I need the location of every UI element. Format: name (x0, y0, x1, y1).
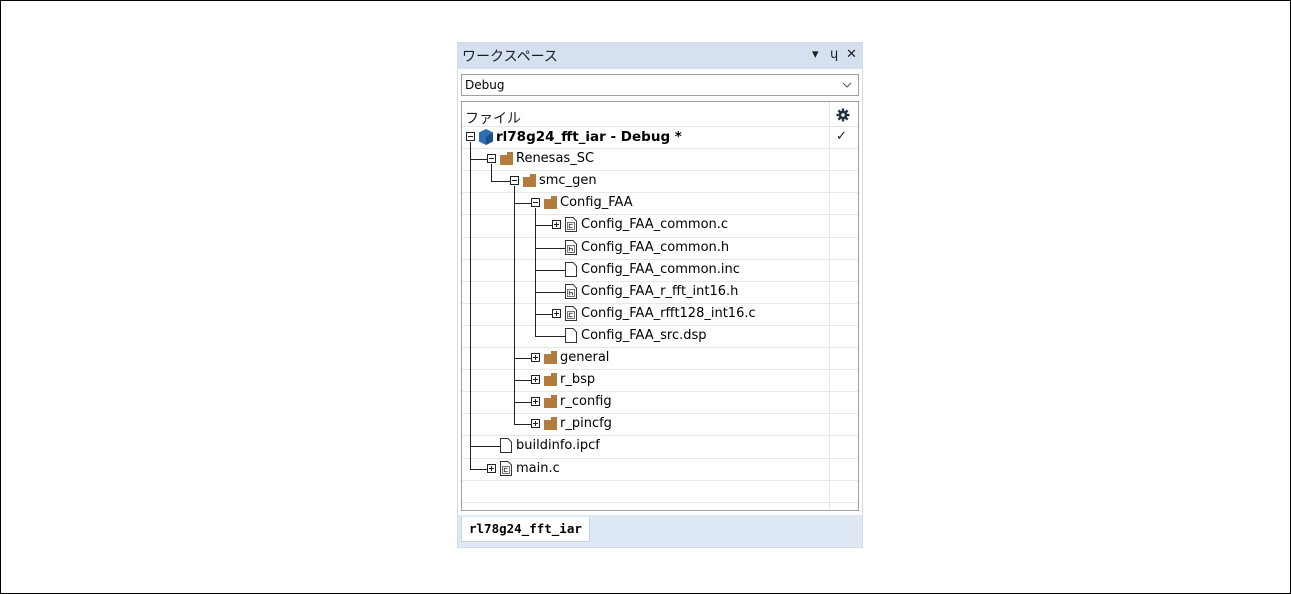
tree-item[interactable]: Config_FAA_common.h (462, 237, 828, 259)
tree-item-label: Config_FAA (560, 195, 633, 211)
tree-item-label: r_pincfg (560, 416, 612, 432)
folder-icon (544, 196, 557, 210)
collapse-icon[interactable] (531, 198, 540, 208)
tree-item[interactable]: r_config (462, 391, 828, 413)
dropdown-arrow-icon[interactable]: ▾ (812, 47, 819, 63)
tree-item[interactable]: rl78g24_fft_iar - Debug * (462, 126, 828, 148)
tree-item[interactable]: Config_FAA_src.dsp (462, 325, 828, 347)
tree-item-label: general (560, 350, 610, 365)
tree-item[interactable]: Renesas_SC (462, 148, 828, 170)
c-file-icon (500, 460, 512, 476)
tree-item[interactable]: Config_FAA_rfft128_int16.c (462, 303, 828, 325)
tree-item-label: Config_FAA_src.dsp (581, 327, 707, 343)
folder-icon (544, 373, 557, 387)
workspace-panel: ワークスペース ▾ ɥ ✕ Debug ファイル rl78g24_fft_iar… (457, 42, 863, 548)
tree-item-label: Config_FAA_common.inc (581, 261, 740, 277)
gear-icon[interactable] (836, 108, 850, 122)
panel-title: ワークスペース (462, 49, 558, 65)
expand-icon[interactable] (487, 463, 496, 473)
tree-item-label: smc_gen (539, 173, 597, 189)
row-gridline (462, 501, 858, 503)
configuration-value: Debug (465, 78, 505, 92)
tree-item-label: Config_FAA_rfft128_int16.c (581, 305, 756, 321)
expand-icon[interactable] (531, 375, 540, 385)
tree-item[interactable]: main.c (462, 458, 828, 480)
tree-item[interactable]: Config_FAA_r_fft_int16.h (462, 281, 828, 303)
tab-project[interactable]: rl78g24_fft_iar (461, 517, 590, 542)
tree-item-label: Renesas_SC (516, 151, 595, 167)
chevron-down-icon (842, 82, 852, 88)
folder-icon (500, 152, 513, 166)
tree-item-label: r_bsp (560, 372, 596, 388)
row-gridline (462, 479, 858, 481)
column-divider (829, 102, 830, 510)
pin-icon[interactable]: ɥ (830, 47, 838, 63)
configuration-select[interactable]: Debug (461, 74, 859, 96)
collapse-icon[interactable] (466, 132, 475, 141)
file-icon (500, 438, 512, 454)
folder-icon (544, 395, 557, 409)
file-icon (565, 261, 577, 277)
c-file-icon (565, 217, 577, 233)
file-icon (565, 327, 577, 343)
h-file-icon (565, 283, 577, 299)
project-icon (479, 129, 493, 145)
expand-icon[interactable] (531, 397, 540, 407)
close-icon[interactable]: ✕ (846, 47, 857, 63)
tree-item[interactable]: Config_FAA_common.inc (462, 259, 828, 281)
tree-item[interactable]: Config_FAA (462, 192, 828, 214)
tree-item[interactable]: Config_FAA_common.c (462, 214, 828, 236)
expand-icon[interactable] (552, 220, 561, 230)
tree-item[interactable]: buildinfo.ipcf (462, 435, 828, 457)
tree-item-label: main.c (516, 460, 560, 476)
tree-item-label: Config_FAA_r_fft_int16.h (581, 283, 739, 299)
tree-item[interactable]: r_bsp (462, 369, 828, 391)
collapse-icon[interactable] (510, 176, 519, 186)
expand-icon[interactable] (531, 419, 540, 429)
tree-item-label: rl78g24_fft_iar - Debug * (496, 129, 682, 145)
folder-icon (544, 417, 557, 431)
c-file-icon (565, 305, 577, 321)
tree-header-label: ファイル (465, 111, 521, 127)
h-file-icon (565, 239, 577, 255)
expand-icon[interactable] (552, 308, 561, 318)
tree-item[interactable]: r_pincfg (462, 413, 828, 435)
expand-icon[interactable] (531, 353, 540, 362)
panel-title-bar[interactable]: ワークスペース ▾ ɥ ✕ (458, 43, 862, 69)
tree-item-label: Config_FAA_common.h (581, 239, 730, 255)
checkmark-icon: ✓ (836, 129, 847, 144)
tree-item-label: Config_FAA_common.c (581, 217, 729, 233)
folder-icon (523, 174, 536, 188)
tree-item-label: buildinfo.ipcf (516, 438, 600, 454)
tree-item[interactable]: general (462, 347, 828, 369)
tree-item[interactable]: smc_gen (462, 170, 828, 192)
screenshot-frame: ワークスペース ▾ ɥ ✕ Debug ファイル rl78g24_fft_iar… (0, 0, 1291, 594)
tab-strip: rl78g24_fft_iar (458, 515, 862, 547)
folder-icon (544, 351, 557, 364)
file-tree[interactable]: ファイル rl78g24_fft_iar - Debug * Renesas_SC… (461, 101, 859, 511)
tree-item-label: r_config (560, 394, 612, 410)
collapse-icon[interactable] (487, 154, 496, 164)
